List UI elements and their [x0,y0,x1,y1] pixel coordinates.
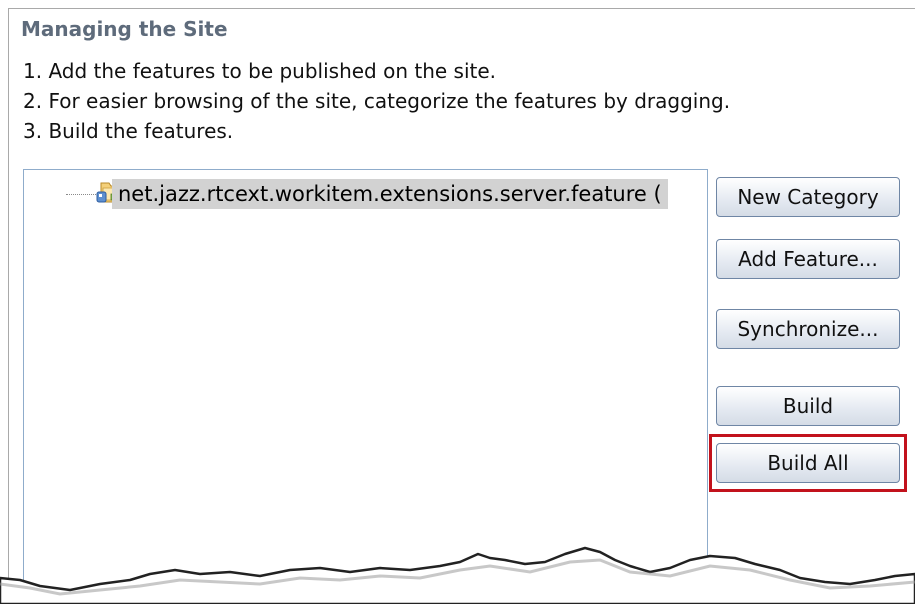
feature-tree[interactable]: net.jazz.rtcext.workitem.extensions.serv… [23,169,708,601]
tree-connector-line [66,194,96,195]
section-border-left [8,8,9,588]
build-all-button[interactable]: Build All [716,443,900,483]
tree-item-label[interactable]: net.jazz.rtcext.workitem.extensions.serv… [112,179,668,209]
tree-item[interactable]: net.jazz.rtcext.workitem.extensions.serv… [24,176,707,212]
torn-paper-edge [0,546,915,604]
build-button[interactable]: Build [716,386,900,426]
add-feature-button[interactable]: Add Feature... [716,239,900,279]
instruction-step-3: 3. Build the features. [23,119,234,143]
synchronize-button[interactable]: Synchronize... [716,309,900,349]
managing-site-section: Managing the Site 1. Add the features to… [0,0,915,604]
new-category-button[interactable]: New Category [716,177,900,217]
section-title: Managing the Site [21,17,228,41]
instruction-list: 1. Add the features to be published on t… [23,56,730,146]
section-border-top [8,8,915,9]
instruction-step-2: 2. For easier browsing of the site, cate… [23,89,731,113]
instruction-step-1: 1. Add the features to be published on t… [23,59,497,83]
